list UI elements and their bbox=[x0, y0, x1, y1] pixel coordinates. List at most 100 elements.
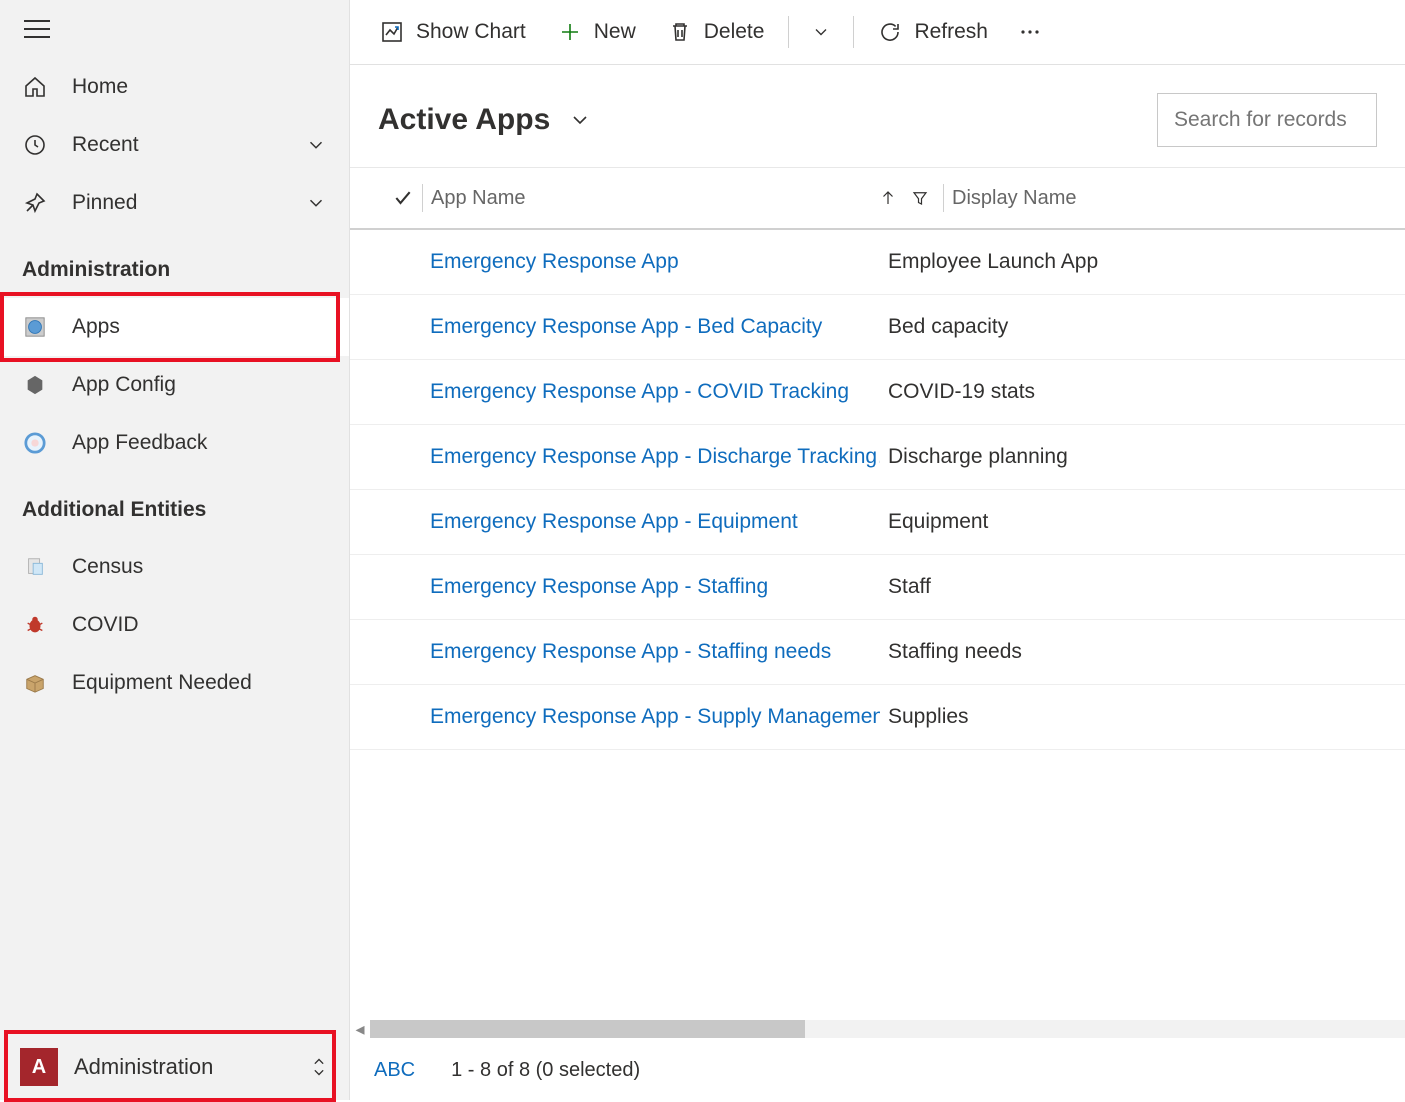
globe-icon bbox=[22, 314, 48, 340]
filter-icon[interactable] bbox=[911, 189, 929, 207]
select-all-checkbox[interactable] bbox=[360, 188, 422, 208]
app-name-link[interactable]: Emergency Response App bbox=[430, 250, 679, 273]
alpha-filter-button[interactable]: ABC bbox=[374, 1059, 415, 1082]
table-row[interactable]: Emergency Response App - Equipment Equipm… bbox=[350, 490, 1405, 555]
display-name-cell: Discharge planning bbox=[880, 445, 1395, 469]
display-name-cell: Supplies bbox=[880, 705, 1395, 729]
chevron-down-icon bbox=[811, 22, 831, 42]
nav-pinned-label: Pinned bbox=[72, 191, 137, 215]
more-icon bbox=[1018, 20, 1042, 44]
plus-icon bbox=[558, 20, 582, 44]
more-commands-button[interactable] bbox=[1006, 10, 1054, 54]
new-button[interactable]: New bbox=[544, 10, 650, 54]
app-name-link[interactable]: Emergency Response App - Bed Capacity bbox=[430, 315, 822, 338]
sort-asc-icon[interactable] bbox=[879, 189, 897, 207]
nav-census-label: Census bbox=[72, 555, 143, 579]
display-name-cell: Employee Launch App bbox=[880, 250, 1395, 274]
nav-recent-label: Recent bbox=[72, 133, 139, 157]
toolbar: Show Chart New Delete Refresh bbox=[350, 0, 1405, 65]
display-name-cell: Equipment bbox=[880, 510, 1395, 534]
table-row[interactable]: Emergency Response App - Discharge Track… bbox=[350, 425, 1405, 490]
column-header-display-name[interactable]: Display Name bbox=[944, 187, 1395, 210]
delete-button[interactable]: Delete bbox=[654, 10, 779, 54]
view-dropdown-button[interactable] bbox=[568, 108, 592, 132]
show-chart-label: Show Chart bbox=[416, 20, 526, 44]
app-name-link[interactable]: Emergency Response App - Staffing bbox=[430, 575, 768, 598]
nav-home[interactable]: Home bbox=[0, 58, 349, 116]
table-row[interactable]: Emergency Response App Employee Launch Ap… bbox=[350, 230, 1405, 295]
trash-icon bbox=[668, 20, 692, 44]
delete-label: Delete bbox=[704, 20, 765, 44]
pin-icon bbox=[22, 190, 48, 216]
show-chart-button[interactable]: Show Chart bbox=[366, 10, 540, 54]
table-row[interactable]: Emergency Response App - Staffing Staff bbox=[350, 555, 1405, 620]
display-name-cell: COVID-19 stats bbox=[880, 380, 1395, 404]
new-label: New bbox=[594, 20, 636, 44]
nav-pinned[interactable]: Pinned bbox=[0, 174, 349, 232]
feedback-icon bbox=[22, 430, 48, 456]
app-name-link[interactable]: Emergency Response App - COVID Tracking bbox=[430, 380, 849, 403]
table-row[interactable]: Emergency Response App - COVID Tracking C… bbox=[350, 360, 1405, 425]
sidebar: Home Recent Pinned Administration Apps bbox=[0, 0, 350, 1100]
config-icon bbox=[22, 372, 48, 398]
hamburger-menu-button[interactable] bbox=[0, 0, 349, 58]
nav-equipment-needed[interactable]: Equipment Needed bbox=[0, 654, 349, 712]
area-switcher[interactable]: A Administration bbox=[0, 1034, 349, 1100]
view-header: Active Apps bbox=[350, 65, 1405, 167]
table-row[interactable]: Emergency Response App - Staffing needs S… bbox=[350, 620, 1405, 685]
app-name-link[interactable]: Emergency Response App - Staffing needs bbox=[430, 640, 831, 663]
area-switcher-label: Administration bbox=[74, 1054, 213, 1080]
chevron-updown-icon bbox=[309, 1055, 329, 1079]
nav-app-config[interactable]: App Config bbox=[0, 356, 349, 414]
data-grid: App Name Display Name Emergency Response… bbox=[350, 167, 1405, 1017]
bug-icon bbox=[22, 612, 48, 638]
display-name-cell: Bed capacity bbox=[880, 315, 1395, 339]
nav-census[interactable]: Census bbox=[0, 538, 349, 596]
nav-recent[interactable]: Recent bbox=[0, 116, 349, 174]
refresh-button[interactable]: Refresh bbox=[864, 10, 1002, 54]
nav-app-config-label: App Config bbox=[72, 373, 176, 397]
section-header-administration: Administration bbox=[0, 232, 349, 298]
app-name-link[interactable]: Emergency Response App - Equipment bbox=[430, 510, 798, 533]
nav-apps-label: Apps bbox=[72, 315, 120, 339]
delete-dropdown-button[interactable] bbox=[799, 12, 843, 52]
toolbar-separator bbox=[788, 16, 789, 48]
box-icon bbox=[22, 670, 48, 696]
scroll-track bbox=[370, 1020, 1405, 1038]
nav-app-feedback[interactable]: App Feedback bbox=[0, 414, 349, 472]
display-name-cell: Staffing needs bbox=[880, 640, 1395, 664]
nav-covid-label: COVID bbox=[72, 613, 139, 637]
grid-footer: ABC 1 - 8 of 8 (0 selected) bbox=[350, 1041, 1405, 1100]
chevron-down-icon bbox=[305, 192, 327, 214]
area-badge: A bbox=[20, 1048, 58, 1086]
chevron-down-icon bbox=[305, 134, 327, 156]
scroll-left-icon: ◂ bbox=[350, 1019, 370, 1039]
search-input[interactable] bbox=[1157, 93, 1377, 147]
section-header-additional: Additional Entities bbox=[0, 472, 349, 538]
chart-icon bbox=[380, 20, 404, 44]
column-header-app-name[interactable]: App Name bbox=[423, 187, 879, 210]
home-icon bbox=[22, 74, 48, 100]
horizontal-scrollbar[interactable]: ◂ bbox=[350, 1017, 1405, 1041]
nav-app-feedback-label: App Feedback bbox=[72, 431, 207, 455]
clock-icon bbox=[22, 132, 48, 158]
nav-covid[interactable]: COVID bbox=[0, 596, 349, 654]
nav-apps[interactable]: Apps bbox=[0, 298, 349, 356]
scroll-thumb[interactable] bbox=[370, 1020, 805, 1038]
table-row[interactable]: Emergency Response App - Supply Manageme… bbox=[350, 685, 1405, 750]
nav-home-label: Home bbox=[72, 75, 128, 99]
app-name-link[interactable]: Emergency Response App - Supply Manageme… bbox=[430, 705, 880, 728]
table-row[interactable]: Emergency Response App - Bed Capacity Bed… bbox=[350, 295, 1405, 360]
display-name-cell: Staff bbox=[880, 575, 1395, 599]
refresh-label: Refresh bbox=[914, 20, 988, 44]
record-count-status: 1 - 8 of 8 (0 selected) bbox=[451, 1059, 640, 1082]
main-content: Show Chart New Delete Refresh bbox=[350, 0, 1405, 1100]
view-title: Active Apps bbox=[378, 103, 550, 137]
document-icon bbox=[22, 554, 48, 580]
grid-header: App Name Display Name bbox=[350, 168, 1405, 230]
hamburger-icon bbox=[24, 20, 50, 38]
refresh-icon bbox=[878, 20, 902, 44]
app-name-link[interactable]: Emergency Response App - Discharge Track… bbox=[430, 445, 880, 468]
nav-equipment-needed-label: Equipment Needed bbox=[72, 671, 252, 695]
toolbar-separator bbox=[853, 16, 854, 48]
